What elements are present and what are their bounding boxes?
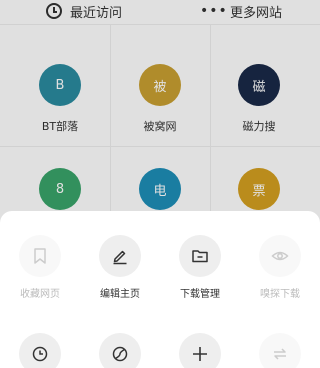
menu-label: 编辑主页: [100, 289, 140, 300]
menu-bookmark-page[interactable]: 收藏网页: [0, 235, 80, 300]
eye-icon: [271, 251, 289, 261]
menu-history[interactable]: [0, 333, 80, 368]
pencil-icon: [113, 250, 127, 265]
history-button[interactable]: [19, 333, 61, 368]
bookmark-button[interactable]: [19, 235, 61, 277]
swap-button[interactable]: [259, 333, 301, 368]
edit-homepage-button[interactable]: [99, 235, 141, 277]
add-button[interactable]: [179, 333, 221, 368]
menu-download-manager[interactable]: 下载管理: [160, 235, 240, 300]
download-folder-icon: [192, 250, 208, 263]
bookmark-icon: [34, 248, 46, 264]
menu-label: 下载管理: [180, 289, 220, 300]
menu-label: 嗅探下载: [260, 289, 300, 300]
planet-icon: [112, 346, 128, 362]
download-manager-button[interactable]: [179, 235, 221, 277]
menu-edit-homepage[interactable]: 编辑主页: [80, 235, 160, 300]
menu-add[interactable]: [160, 333, 240, 368]
menu-swap[interactable]: [240, 333, 320, 368]
sniff-download-button[interactable]: [259, 235, 301, 277]
plus-icon: [193, 347, 207, 361]
swap-icon: [274, 348, 286, 360]
clock-icon: [32, 346, 48, 362]
menu-explore[interactable]: [80, 333, 160, 368]
menu-sniff-download[interactable]: 嗅探下载: [240, 235, 320, 300]
menu-label: 收藏网页: [20, 289, 60, 300]
explore-button[interactable]: [99, 333, 141, 368]
bottom-sheet-menu: 收藏网页 编辑主页 下载管理 嗅探下载: [0, 211, 320, 368]
